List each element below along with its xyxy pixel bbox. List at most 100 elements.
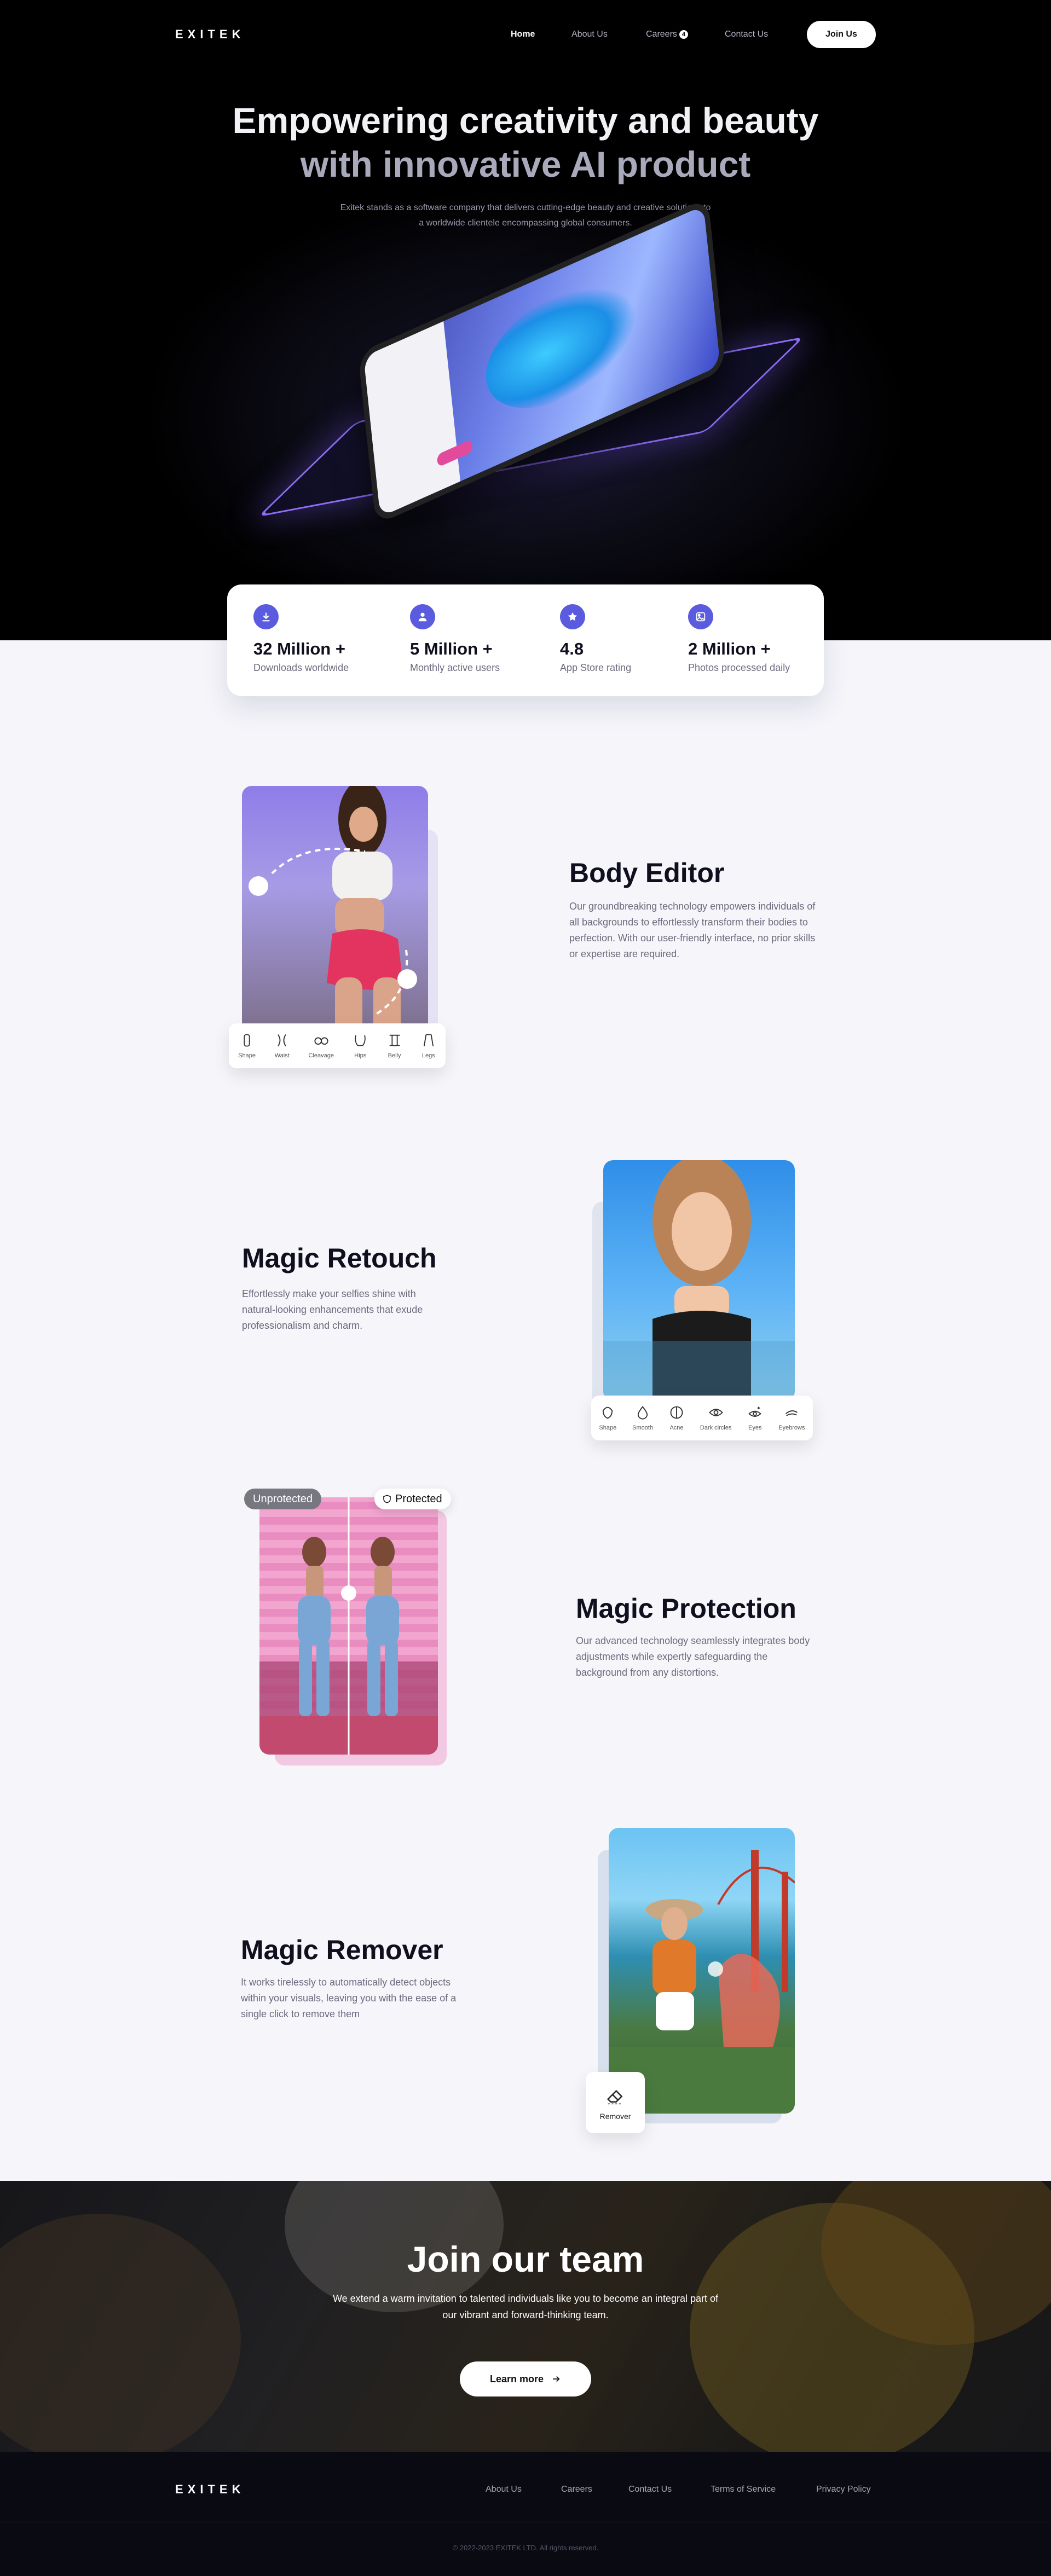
logo[interactable]: EXITEK <box>175 27 245 42</box>
join-us-button[interactable]: Join Us <box>807 21 876 48</box>
footer-logo[interactable]: EXITEK <box>175 2482 245 2497</box>
hero-title: Empowering creativity and beauty with in… <box>0 99 1051 186</box>
stat-label: App Store rating <box>560 662 632 673</box>
face-shape-icon <box>603 1406 613 1419</box>
eyebrow-icon <box>786 1410 798 1416</box>
stat-value: 2 Million + <box>688 639 771 658</box>
magic-remover-title: Magic Remover <box>241 1935 443 1965</box>
magic-retouch-image <box>603 1160 795 1401</box>
hero-title-line1: Empowering creativity and beauty <box>232 100 819 141</box>
tool-label: Cleavage <box>308 1052 334 1059</box>
learn-more-label: Learn more <box>489 2373 544 2384</box>
download-icon <box>253 604 279 629</box>
tool-label: Waist <box>274 1052 290 1059</box>
copyright: © 2022-2023 EXITEK LTD. All rights reser… <box>452 2544 599 2552</box>
remover-tool-card[interactable]: Remover <box>586 2072 645 2133</box>
tool-label: Eyes <box>748 1425 762 1431</box>
stat-users: 5 Million + Monthly active users <box>410 604 500 674</box>
tool-shape[interactable]: Shape <box>238 1033 256 1059</box>
tool-cleavage[interactable]: Cleavage <box>309 1033 334 1059</box>
tool-label: Shape <box>238 1052 256 1059</box>
tool-hips[interactable]: Hips <box>353 1033 368 1059</box>
tool-smooth[interactable]: Smooth <box>632 1405 653 1431</box>
magic-protection-desc: Our advanced technology seamlessly integ… <box>576 1635 810 1678</box>
stat-label: Photos processed daily <box>688 662 790 673</box>
phone-toolbar <box>363 321 460 517</box>
star-icon <box>560 604 585 629</box>
image-icon <box>688 604 713 629</box>
tool-eyes[interactable]: Eyes <box>747 1405 763 1431</box>
cleavage-icon <box>314 1037 328 1045</box>
footer-link-terms[interactable]: Terms of Service <box>711 2485 776 2494</box>
tool-dark-circles[interactable]: Dark circles <box>700 1405 731 1431</box>
tool-label: Dark circles <box>700 1425 732 1431</box>
hero-section: EXITEK Home About Us Careers 4 Contact Us… <box>0 0 1051 640</box>
nav-link-about[interactable]: About Us <box>571 30 608 39</box>
stat-value: 32 Million + <box>253 639 345 658</box>
magic-remover-desc: It works tirelessly to automatically det… <box>241 1977 457 2019</box>
magic-protection-title: Magic Protection <box>576 1593 796 1624</box>
shield-icon <box>383 1495 391 1503</box>
magic-remover-image <box>609 1828 795 2114</box>
nav-link-careers-label: Careers <box>646 30 677 39</box>
magic-retouch-desc: Effortlessly make your selfies shine wit… <box>242 1288 423 1331</box>
footer: EXITEK About Us Careers Contact Us Terms… <box>0 2452 1051 2576</box>
body-tools-bar: Shape Waist Cleavage Hips Belly Legs <box>229 1023 446 1068</box>
nav-link-contact[interactable]: Contact Us <box>725 30 768 39</box>
tool-label: Acne <box>669 1425 684 1431</box>
body-editor-desc: Our groundbreaking technology empowers i… <box>569 901 816 959</box>
belly-icon <box>389 1034 400 1046</box>
stats-card: 32 Million + Downloads worldwide 5 Milli… <box>227 584 824 696</box>
tool-label: Hips <box>354 1052 367 1059</box>
stat-value: 4.8 <box>560 639 584 658</box>
stat-rating: 4.8 App Store rating <box>560 604 631 674</box>
stat-label: Downloads worldwide <box>253 662 349 673</box>
tool-label: Belly <box>388 1052 401 1059</box>
retouch-tools-bar: Shape Smooth Acne Dark circles Eyes Eyeb… <box>591 1396 813 1440</box>
footer-link-contact[interactable]: Contact Us <box>628 2485 672 2494</box>
hero-title-line2: with innovative AI product <box>300 144 751 184</box>
nav-link-careers[interactable]: Careers 4 <box>646 30 688 39</box>
tool-label: Legs <box>421 1052 435 1059</box>
footer-link-careers[interactable]: Careers <box>561 2485 592 2494</box>
acne-icon <box>670 1406 683 1419</box>
droplet-icon <box>638 1405 648 1420</box>
tool-label: Smooth <box>632 1425 654 1431</box>
tool-shape[interactable]: Shape <box>599 1405 616 1431</box>
learn-more-button[interactable]: Learn more <box>460 2361 591 2396</box>
arrow-right-icon <box>553 2376 560 2382</box>
body-editor-title: Body Editor <box>569 858 725 888</box>
join-title: Join our team <box>407 2239 644 2279</box>
tool-acne[interactable]: Acne <box>669 1405 684 1431</box>
magic-retouch-title: Magic Retouch <box>242 1243 437 1273</box>
footer-link-about[interactable]: About Us <box>486 2485 522 2494</box>
top-nav: EXITEK Home About Us Careers 4 Contact Us… <box>175 21 876 48</box>
tool-legs[interactable]: Legs <box>421 1033 436 1059</box>
tool-belly[interactable]: Belly <box>387 1033 402 1059</box>
eraser-icon <box>607 2089 623 2105</box>
careers-count-badge: 4 <box>679 30 688 39</box>
join-team-section: Join our team We extend a warm invitatio… <box>0 2181 1051 2452</box>
magic-protection-image <box>259 1497 438 1755</box>
hips-icon <box>355 1035 366 1046</box>
nav-link-home[interactable]: Home <box>511 30 535 39</box>
body-editor-image <box>242 786 428 1035</box>
unprotected-badge: Unprotected <box>244 1489 321 1509</box>
body-shape-icon <box>244 1034 250 1047</box>
stat-value: 5 Million + <box>410 639 493 658</box>
protected-badge: Protected <box>374 1489 451 1509</box>
join-subtitle: We extend a warm invitation to talented … <box>332 2293 719 2320</box>
waist-icon <box>278 1034 287 1047</box>
legs-icon <box>423 1034 434 1046</box>
tool-eyebrows[interactable]: Eyebrows <box>778 1405 805 1431</box>
protected-badge-label: Protected <box>395 1493 442 1505</box>
stat-photos: 2 Million + Photos processed daily <box>688 604 790 674</box>
footer-link-privacy[interactable]: Privacy Policy <box>816 2485 871 2494</box>
tool-waist[interactable]: Waist <box>274 1033 290 1059</box>
eyes-sparkle-icon <box>748 1406 762 1417</box>
user-icon <box>410 604 435 629</box>
stat-label: Monthly active users <box>410 662 500 673</box>
tool-label: Eyebrows <box>778 1425 805 1431</box>
tool-label: Shape <box>599 1425 617 1431</box>
eye-icon <box>708 1409 723 1416</box>
